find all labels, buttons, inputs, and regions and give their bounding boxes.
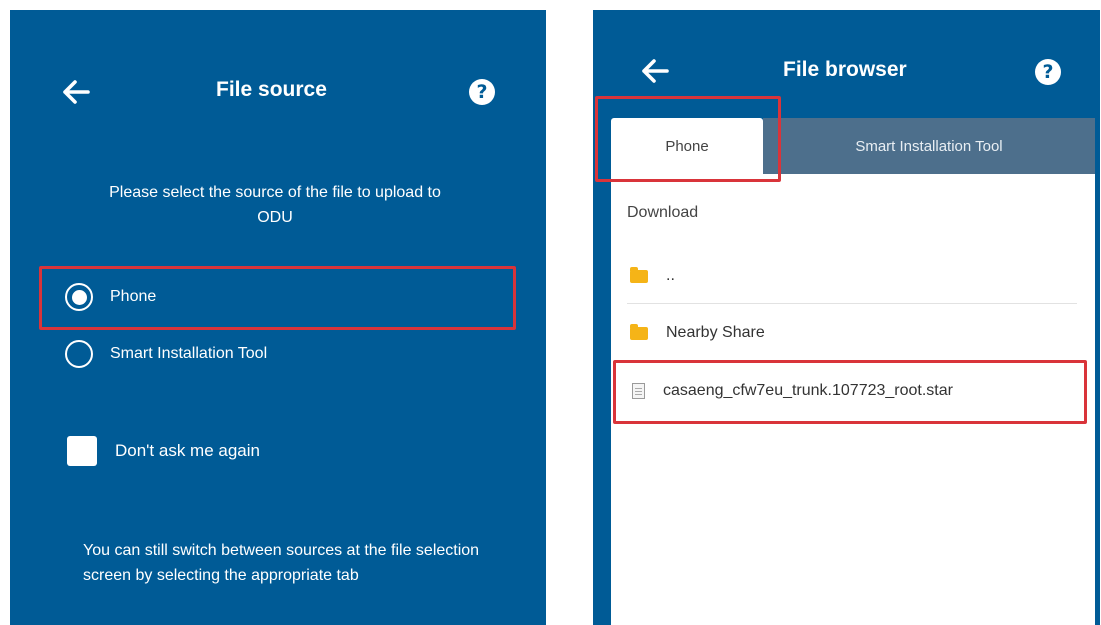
page-title: File source xyxy=(216,78,327,101)
folder-icon xyxy=(630,323,648,340)
dont-ask-again-label: Don't ask me again xyxy=(115,441,260,460)
entry-name: Nearby Share xyxy=(666,324,765,341)
divider xyxy=(627,303,1077,304)
file-browser-screen: File browser ? Phone Smart Installation … xyxy=(593,10,1100,625)
radio-label-phone: Phone xyxy=(110,288,157,305)
radio-option-smart-installation-tool[interactable]: Smart Installation Tool xyxy=(65,340,267,368)
radio-label-smart-installation-tool: Smart Installation Tool xyxy=(110,345,268,362)
arrow-left-icon xyxy=(642,59,669,83)
file-highlight xyxy=(613,360,1087,424)
source-prompt: Please select the source of the file to … xyxy=(109,184,441,226)
radio-button-selected[interactable] xyxy=(65,283,93,311)
entry-name: .. xyxy=(666,267,675,284)
back-button[interactable] xyxy=(60,76,92,108)
list-item-nearby-share[interactable]: Nearby Share xyxy=(611,307,1095,359)
dont-ask-again-toggle[interactable]: Don't ask me again xyxy=(67,436,260,466)
tab-smart-installation-tool[interactable]: Smart Installation Tool xyxy=(763,118,1095,174)
back-button[interactable] xyxy=(639,55,671,87)
current-folder-label: Download xyxy=(627,204,699,221)
page-title: File browser xyxy=(783,58,907,81)
dont-ask-again-checkbox[interactable] xyxy=(67,436,97,466)
phone-tab-highlight xyxy=(595,96,781,182)
help-button[interactable]: ? xyxy=(467,77,497,107)
switch-sources-note: You can still switch between sources at … xyxy=(83,542,480,584)
folder-icon xyxy=(630,266,648,283)
help-button[interactable]: ? xyxy=(1033,57,1063,87)
radio-option-phone[interactable]: Phone xyxy=(65,283,156,311)
question-circle-icon: ? xyxy=(469,79,495,105)
list-item-parent-folder[interactable]: .. xyxy=(611,250,1095,302)
file-source-screen: File source ? Please select the source o… xyxy=(10,10,546,625)
radio-button[interactable] xyxy=(65,340,93,368)
question-circle-icon: ? xyxy=(1035,59,1061,85)
arrow-left-icon xyxy=(63,80,90,104)
